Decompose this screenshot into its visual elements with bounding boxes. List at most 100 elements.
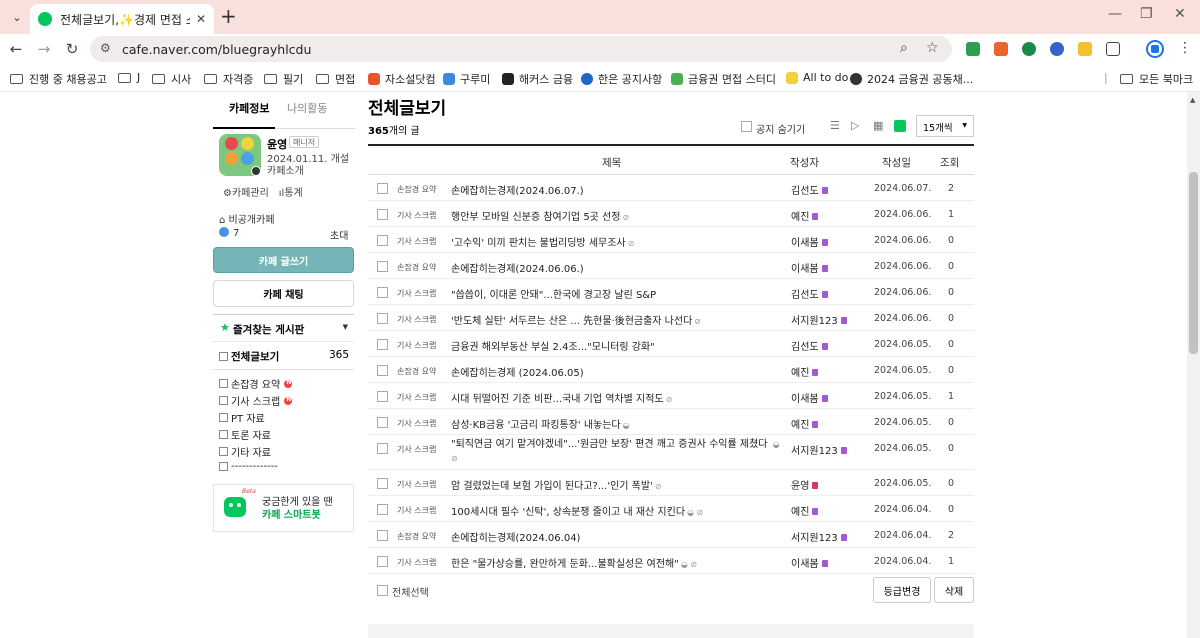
zoom-icon[interactable]: ⌕ (900, 40, 908, 56)
author-name[interactable]: 서지원123 (791, 446, 838, 457)
board-item-etc[interactable]: 기타 자료 (219, 444, 271, 459)
caret-down-icon[interactable]: ▼ (343, 323, 348, 331)
per-page-select[interactable]: 15개씩 ▼ (916, 115, 974, 137)
cafe-write-button[interactable]: 카페 글쓰기 (213, 247, 354, 273)
post-author[interactable]: 이새봄 (791, 260, 828, 275)
row-checkbox[interactable] (377, 287, 388, 298)
post-author[interactable]: 예진 (791, 364, 819, 379)
restore-icon[interactable]: ❐ (1140, 6, 1153, 22)
tab-close-icon[interactable]: ✕ (196, 12, 206, 26)
post-category[interactable]: 기사 스크랩 (397, 236, 436, 247)
bookmark-star-icon[interactable]: ☆ (926, 40, 939, 56)
list-view-icon[interactable]: ☰ (830, 120, 842, 132)
stats-link[interactable]: ıl통계 (279, 184, 303, 199)
author-name[interactable]: 김선도 (791, 342, 819, 353)
bookmark-folder[interactable]: 면접 (316, 71, 355, 87)
post-category[interactable]: 손잡경 요약 (397, 366, 436, 377)
author-name[interactable]: 서지원123 (791, 533, 838, 544)
address-bar[interactable]: ⚙ cafe.naver.com/bluegrayhlcdu ⌕ ☆ (90, 36, 952, 62)
table-row[interactable]: 손잡경 요약 손에잡히는경제 (2024.06.05) 예진 2024.06.05. 0 (368, 357, 974, 383)
post-title-text[interactable]: 손에잡히는경제(2024.06.07.) (451, 186, 584, 197)
post-title-text[interactable]: '반도체 실탄' 서두르는 산은 ... 先현물·後현금출자 나선다 (451, 316, 692, 327)
post-title-text[interactable]: 암 걸렸었는데 보험 가입이 된다고?...'인기 폭발' (451, 481, 653, 492)
row-checkbox[interactable] (377, 261, 388, 272)
hide-notice-label[interactable]: 공지 숨기기 (756, 121, 805, 136)
post-author[interactable]: 서지원123 (791, 529, 847, 544)
tab-cafe-info[interactable]: 카페정보 (229, 100, 269, 116)
post-title-text[interactable]: 손에잡히는경제(2024.06.06.) (451, 264, 584, 275)
url-text[interactable]: cafe.naver.com/bluegrayhlcdu (122, 42, 311, 57)
reload-icon[interactable]: ↻ (62, 39, 82, 59)
post-title[interactable]: 100세시대 필수 '신탁', 상속분쟁 줄이고 내 재산 지킨다 ◒ ⊘ (451, 503, 703, 518)
table-row[interactable]: 기사 스크랩 "씁씁이, 이대론 안돼"...한국에 경고장 날린 S&P 김선도 2… (368, 279, 974, 305)
author-name[interactable]: 예진 (791, 212, 809, 223)
post-title-text[interactable]: 금융권 해외부동산 부실 2.4조..."모니터링 강화" (451, 342, 655, 353)
board-item-scrap[interactable]: 기사 스크랩 (219, 393, 293, 408)
post-title[interactable]: 행안부 모바일 신분증 참여기업 5곳 선정 ⊘ (451, 208, 629, 223)
bookmark-folder[interactable]: 진행 중 채용공고 (10, 71, 107, 87)
author-name[interactable]: 예진 (791, 420, 809, 431)
post-category[interactable]: 기사 스크랩 (397, 444, 436, 455)
post-title[interactable]: 손에잡히는경제(2024.06.07.) (451, 182, 586, 197)
window-close-icon[interactable]: ✕ (1174, 6, 1186, 22)
post-category[interactable]: 기사 스크랩 (397, 505, 436, 516)
profile-avatar-icon[interactable] (1146, 40, 1164, 58)
bookmark-site[interactable]: 해커스 금융 (502, 71, 573, 87)
table-row[interactable]: 기사 스크랩 금융권 해외부동산 부실 2.4조..."모니터링 강화" 김선도 20… (368, 331, 974, 357)
table-row[interactable]: 기사 스크랩 '반도체 실탄' 서두르는 산은 ... 先현물·後현금출자 나선다… (368, 305, 974, 331)
row-checkbox[interactable] (377, 417, 388, 428)
bookmark-site[interactable]: All to do (786, 71, 848, 84)
extension-1-icon[interactable] (966, 42, 980, 56)
table-row[interactable]: 손잡경 요약 손에잡히는경제(2024.06.06.) 이새봄 2024.06.06.… (368, 253, 974, 279)
site-info-icon[interactable]: ⚙ (100, 41, 111, 55)
author-name[interactable]: 김선도 (791, 186, 819, 197)
author-name[interactable]: 이새봄 (791, 264, 819, 275)
post-title[interactable]: 손에잡히는경제 (2024.06.05) (451, 364, 586, 379)
smartbot-banner[interactable]: Beta 궁금한게 있을 땐 카페 스마트봇 (213, 484, 354, 532)
author-name[interactable]: 예진 (791, 368, 809, 379)
cafe-intro-link[interactable]: 카페소개 (267, 162, 304, 177)
cafe-chat-button[interactable]: 카페 채팅 (213, 280, 354, 307)
scrollbar-thumb[interactable] (1189, 172, 1198, 354)
change-grade-button[interactable]: 등급변경 (873, 577, 931, 603)
post-title-text[interactable]: 손에잡히는경제(2024.06.04) (451, 533, 580, 544)
bookmark-site[interactable]: 한은 공지사항 (581, 71, 662, 87)
scroll-up-arrow-icon[interactable]: ▲ (1190, 96, 1195, 104)
author-name[interactable]: 김선도 (791, 290, 819, 301)
row-checkbox[interactable] (377, 339, 388, 350)
bookmark-site[interactable]: 2024 금융권 공동채... (850, 71, 973, 87)
row-checkbox[interactable] (377, 365, 388, 376)
author-name[interactable]: 이새봄 (791, 394, 819, 405)
extension-ex-icon[interactable] (994, 42, 1008, 56)
row-checkbox[interactable] (377, 313, 388, 324)
board-item-separator[interactable]: ------------- (219, 461, 278, 472)
extensions-puzzle-icon[interactable] (1106, 42, 1120, 56)
post-title-text[interactable]: 손에잡히는경제 (2024.06.05) (451, 368, 584, 379)
table-row[interactable]: 손잡경 요약 손에잡히는경제(2024.06.04) 서지원123 2024.06.0… (368, 522, 974, 548)
row-checkbox[interactable] (377, 235, 388, 246)
board-all-posts[interactable]: 전체글보기 365 (219, 349, 349, 364)
row-checkbox[interactable] (377, 530, 388, 541)
extension-grammarly-icon[interactable] (1022, 42, 1036, 56)
post-author[interactable]: 이새봄 (791, 234, 828, 249)
author-name[interactable]: 예진 (791, 507, 809, 518)
select-all-label[interactable]: 전체선택 (392, 584, 429, 599)
favorite-boards-header[interactable]: ★ 즐겨찾는 게시판 ▼ (213, 314, 354, 342)
table-row[interactable]: 기사 스크랩 한은 "물가상승률, 완만하게 둔화...불확실성은 여전해" ◒ ⊘… (368, 548, 974, 574)
post-category[interactable]: 기사 스크랩 (397, 418, 436, 429)
hide-notice-checkbox[interactable] (741, 121, 752, 132)
post-title[interactable]: '반도체 실탄' 서두르는 산은 ... 先현물·後현금출자 나선다 ⊘ (451, 312, 701, 327)
post-author[interactable]: 서지원123 (791, 442, 847, 457)
post-title[interactable]: 시대 뒤떨어진 기준 비판...국내 기업 역차별 지적도 ⊘ (451, 390, 672, 405)
post-title[interactable]: 한은 "물가상승률, 완만하게 둔화...불확실성은 여전해" ◒ ⊘ (451, 555, 697, 570)
post-title[interactable]: 손에잡히는경제(2024.06.06.) (451, 260, 586, 275)
table-row[interactable]: 기사 스크랩 삼성·KB금융 '고금리 파킹통장' 내놓는다 ◒ 예진 2024.06.… (368, 409, 974, 435)
post-title[interactable]: "씁씁이, 이대론 안돼"...한국에 경고장 날린 S&P (451, 286, 658, 301)
row-checkbox[interactable] (377, 504, 388, 515)
invite-link[interactable]: 초대 (330, 227, 348, 242)
bookmark-site[interactable]: 금융권 면접 스터디 (671, 71, 776, 87)
row-checkbox[interactable] (377, 183, 388, 194)
row-checkbox[interactable] (377, 556, 388, 567)
tab-search-chevron-icon[interactable]: ⌄ (6, 6, 28, 28)
post-category[interactable]: 손잡경 요약 (397, 262, 436, 273)
